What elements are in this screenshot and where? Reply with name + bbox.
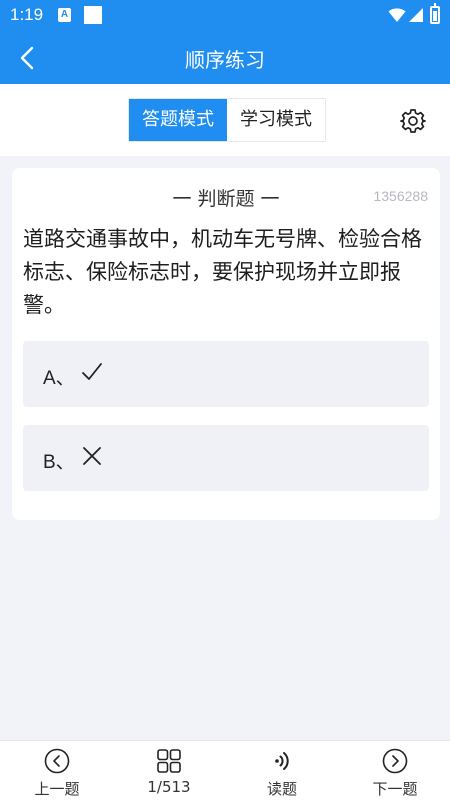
question-text: 道路交通事故中，机动车无号牌、检验合格标志、保险标志时，要保护现场并立即报警。 [23,227,422,317]
mode-answer-tab[interactable]: 答题模式 [129,99,227,141]
page-title: 顺序练习 [185,48,265,72]
circle-chevron-right-icon [382,748,408,774]
circle-chevron-left-icon [44,748,70,774]
prev-question-button[interactable]: 上一题 [12,748,102,799]
prev-question-label: 上一题 [34,780,80,798]
next-question-button[interactable]: 下一题 [350,748,440,799]
signal-icon [409,8,423,22]
bottom-nav: 上一题 1/513 读题 下一题 [0,740,450,801]
option-a[interactable]: A、 [23,341,429,407]
option-b-label: B、 [43,452,75,473]
option-a-label: A、 [43,368,75,389]
cross-icon [83,447,101,465]
read-question-button[interactable]: 读题 [237,748,327,799]
option-b[interactable]: B、 [23,425,429,491]
mode-bar: 答题模式 学习模式 [0,84,450,156]
question-id: 1356288 [373,188,428,204]
question-index-button[interactable]: 1/513 [124,748,214,796]
gear-icon[interactable] [400,108,426,134]
status-bar: 1:19 A [0,0,450,32]
next-question-label: 下一题 [372,780,418,798]
a-notification-icon: A [58,8,71,22]
wifi-icon [388,8,406,22]
battery-icon [430,3,440,24]
status-time: 1:19 [10,5,44,24]
read-question-label: 读题 [266,780,297,798]
grid-icon [157,749,181,773]
mode-switch: 答题模式 学习模式 [128,98,326,142]
audio-wave-icon [275,752,289,770]
check-icon [82,363,102,380]
square-notification-icon [84,6,102,24]
mode-study-tab[interactable]: 学习模式 [227,99,325,141]
question-card: 一 判断题 一 1356288 道路交通事故中，机动车无号牌、检验合格标志、保险… [12,168,440,520]
app-bar: 顺序练习 [0,32,450,84]
question-index-label: 1/513 [147,778,191,796]
